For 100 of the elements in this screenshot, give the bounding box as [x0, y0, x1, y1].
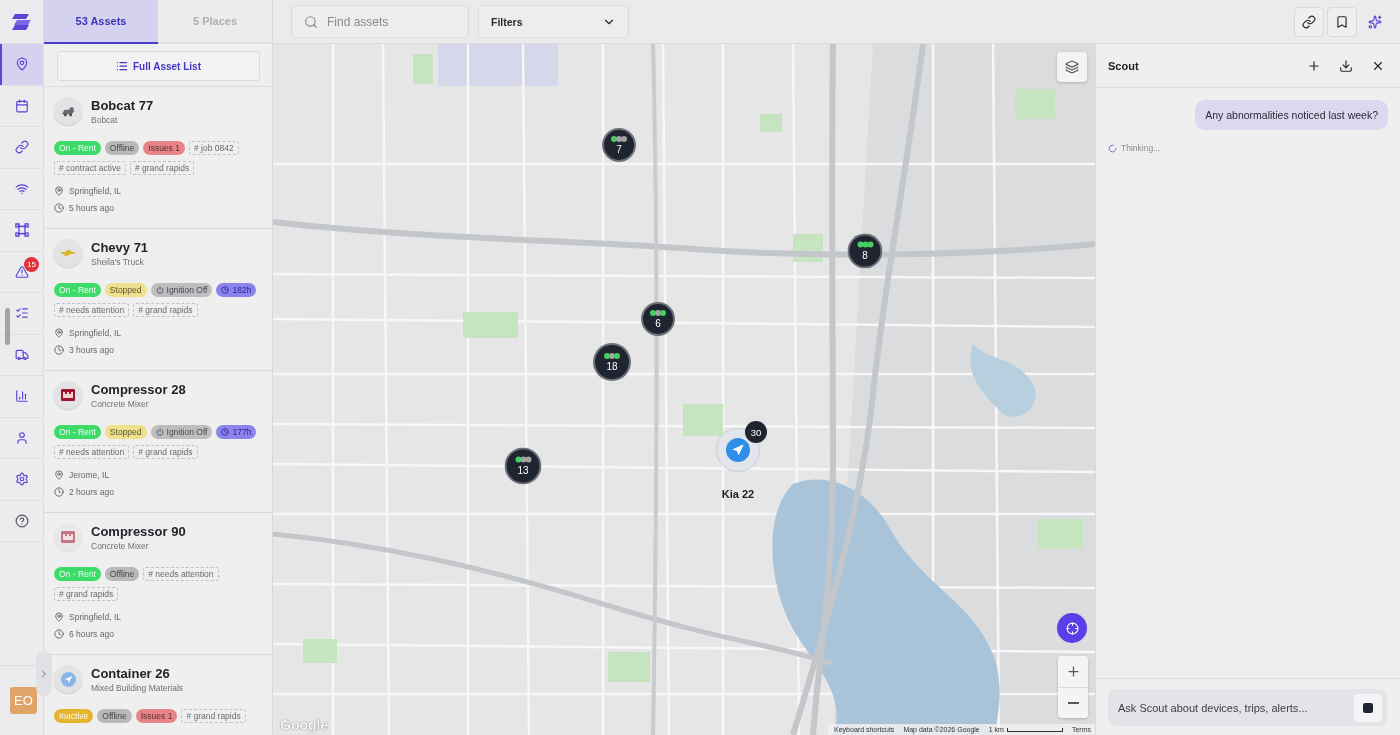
search-icon [304, 15, 318, 29]
status-tag: Stopped [104, 425, 147, 439]
status-tag: On - Rent [54, 567, 101, 581]
clock-icon [221, 428, 230, 436]
layers-icon [1065, 60, 1079, 74]
asset-name[interactable]: Compressor 90 [91, 523, 186, 539]
link-icon [14, 140, 29, 155]
hashtag-tag: # needs attention [54, 303, 130, 317]
tag-text: 182h [232, 285, 252, 295]
hashtag-tag: # grand rapids [129, 161, 195, 175]
hashtag-tag: # needs attention [54, 445, 130, 459]
asset-type: Sheila's Truck [91, 256, 145, 267]
alert-count-badge: 15 [24, 256, 39, 272]
hashtag-tag: # grand rapids [54, 587, 119, 601]
nav-button[interactable]: 15 [0, 251, 43, 293]
clock-icon [54, 203, 64, 213]
checklist-icon [14, 306, 29, 321]
status-tag: Offline [104, 141, 140, 155]
crosshair-icon [1065, 621, 1079, 635]
stop-button[interactable] [1354, 693, 1382, 722]
clock-icon [54, 345, 64, 355]
last-seen-text: 2 hours ago [69, 487, 114, 497]
scrollbar-thumb[interactable] [5, 308, 10, 345]
asset-type: Concrete Mixer [91, 540, 150, 551]
last-seen-text: 6 hours ago [69, 629, 114, 639]
hashtag-tag: # needs attention [143, 567, 219, 581]
hashtag-tag: # grand rapids [133, 303, 198, 317]
bookmark-icon [1335, 14, 1349, 29]
equipment-icon [54, 523, 82, 551]
message-input[interactable]: Ask Scout about devices, trips, alerts... [1108, 689, 1387, 726]
bookmark-button[interactable] [1327, 6, 1357, 37]
last-seen-text: 5 hours ago [69, 203, 114, 213]
clock-icon [54, 629, 64, 639]
filters-dropdown[interactable]: Filters [478, 5, 629, 38]
clock-icon [221, 286, 230, 294]
tag-text: Ignition Off [166, 285, 208, 295]
asset-name[interactable]: Compressor 28 [91, 381, 186, 397]
power-icon [155, 286, 164, 294]
panel-title: Scout [1108, 59, 1139, 72]
tag-text: Ignition Off [166, 427, 208, 437]
plus-icon [1307, 58, 1321, 73]
location-pin-icon [54, 470, 64, 480]
warning-icon [14, 264, 29, 279]
navigation-icon [726, 438, 750, 462]
minus-icon [1067, 702, 1079, 704]
download-icon [1339, 58, 1353, 73]
polygon-icon [14, 223, 29, 238]
status-tag: On - Rent [54, 141, 101, 155]
location-text: Jerome, IL [69, 470, 110, 480]
location-text: Springfield, IL [69, 612, 121, 622]
location-text: Springfield, IL [69, 186, 121, 196]
scale-bar [1006, 727, 1063, 732]
share-link-button[interactable] [1294, 6, 1324, 37]
navigation-icon [54, 665, 82, 693]
status-tag: Stopped [104, 283, 147, 297]
zoom-out-button[interactable] [1058, 687, 1088, 718]
spinner-icon [1108, 143, 1117, 153]
status-tag: Inactive [54, 709, 94, 723]
nav-button[interactable] [0, 44, 43, 86]
status-tag: On - Rent [54, 425, 101, 439]
hashtag-tag: # grand rapids [181, 709, 246, 723]
chevron-right-icon [39, 668, 49, 679]
clock-icon [54, 487, 64, 497]
search-field[interactable]: Find assets [291, 5, 469, 38]
wifi-icon [14, 181, 29, 196]
stop-icon [1363, 702, 1373, 713]
link-icon [1302, 14, 1316, 29]
tag-text: 177h [232, 427, 252, 437]
asset-name[interactable]: Chevy 71 [91, 239, 149, 255]
help-icon [14, 513, 29, 528]
vehicle-label: Kia 22 [721, 488, 755, 500]
location-pin-icon [54, 328, 64, 338]
user-icon [14, 430, 29, 445]
bowtie-icon [54, 239, 82, 267]
hashtag-tag: # job 0842 [188, 141, 239, 155]
machine-icon [54, 97, 82, 125]
last-seen-text: 3 hours ago [69, 345, 114, 355]
asset-name[interactable]: Container 26 [91, 665, 184, 681]
asset-name[interactable]: Bobcat 77 [91, 97, 154, 113]
settings-icon [14, 472, 29, 487]
truck-icon [14, 347, 29, 362]
panel-tab[interactable]: 53 Assets [44, 0, 158, 44]
hashtag-tag: # grand rapids [133, 445, 198, 459]
location-pin-icon [54, 186, 64, 196]
location-pin-icon [54, 612, 64, 622]
logo-icon[interactable] [10, 12, 33, 31]
location-text: Springfield, IL [69, 328, 121, 338]
status-text: Thinking... [1121, 143, 1161, 153]
equipment-icon [54, 381, 82, 409]
layers-button[interactable] [1057, 52, 1087, 82]
user-message: Any abnormalities noticed last week? [1195, 100, 1388, 130]
asset-type: Bobcat [91, 114, 119, 125]
full-asset-list-button[interactable]: Full Asset List [57, 51, 260, 81]
plus-icon [1065, 664, 1081, 679]
hashtag-tag: # contract active [54, 161, 126, 175]
power-icon [155, 428, 164, 436]
list-icon [116, 60, 128, 72]
status-tag: Offline [97, 709, 132, 723]
location-pin-icon [14, 57, 29, 72]
status-tag: Issues 1 [135, 709, 178, 723]
